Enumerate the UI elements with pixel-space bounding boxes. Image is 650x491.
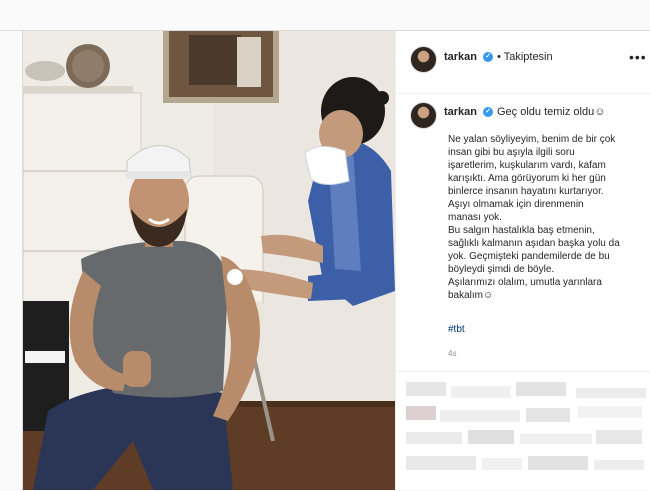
caption-line: binlerce insanın hayatını kurtarıyor. [448,186,604,197]
post-timestamp: 4s [448,349,457,358]
caption-line: Aşılarımızı olalım, umutla yarınlara [448,277,602,288]
verified-badge-icon: ✓ [483,52,493,62]
blurred-comments-area [396,371,650,491]
post-photo[interactable] [23,31,395,490]
caption-line: yok. Geçmişteki pandemilerde de bu [448,251,610,262]
caption-line: böyleydi şimdi de böyle. [448,264,555,275]
caption-username-link[interactable]: tarkan [444,106,477,118]
caption-line: Aşıyı olmamak için direnmenin [448,199,584,210]
hashtag-link[interactable]: #tbt [448,324,465,335]
caption-line: Bu salgın hastalıkla baş etmenin, [448,225,595,236]
caption-avatar[interactable] [410,102,437,129]
instagram-post: tarkan ✓ • Takiptesin ••• tarkan ✓ Geç o… [22,31,650,490]
more-options-icon[interactable]: ••• [629,49,647,65]
post-header: tarkan ✓ • Takiptesin ••• [396,31,650,94]
caption-line: manası yok. [448,212,502,223]
vaccination-photo-illustration [23,31,395,490]
follow-status: • Takiptesin [497,51,553,63]
caption-line: bakalım☺ [448,290,494,301]
caption-line: sağlıklı kalmanın aşıdan başka yolu da [448,238,620,249]
post-sidebar: tarkan ✓ • Takiptesin ••• tarkan ✓ Geç o… [395,31,650,490]
username-link[interactable]: tarkan [444,51,477,63]
caption-title: Geç oldu temiz oldu☺ [497,106,606,118]
caption-line: Ne yalan söyliyeyim, benim de bir çok [448,134,616,145]
caption-verified-badge-icon: ✓ [483,107,493,117]
caption-line: karışıktı. Ama görüyorum ki her gün [448,173,606,184]
caption-body: Ne yalan söyliyeyim, benim de bir çok in… [448,133,623,302]
avatar[interactable] [410,46,437,73]
caption-line: işaretlerim, kuşkularım vardı, kafam [448,160,606,171]
caption-line: insan gibi bu aşıyla ilgili soru [448,147,575,158]
